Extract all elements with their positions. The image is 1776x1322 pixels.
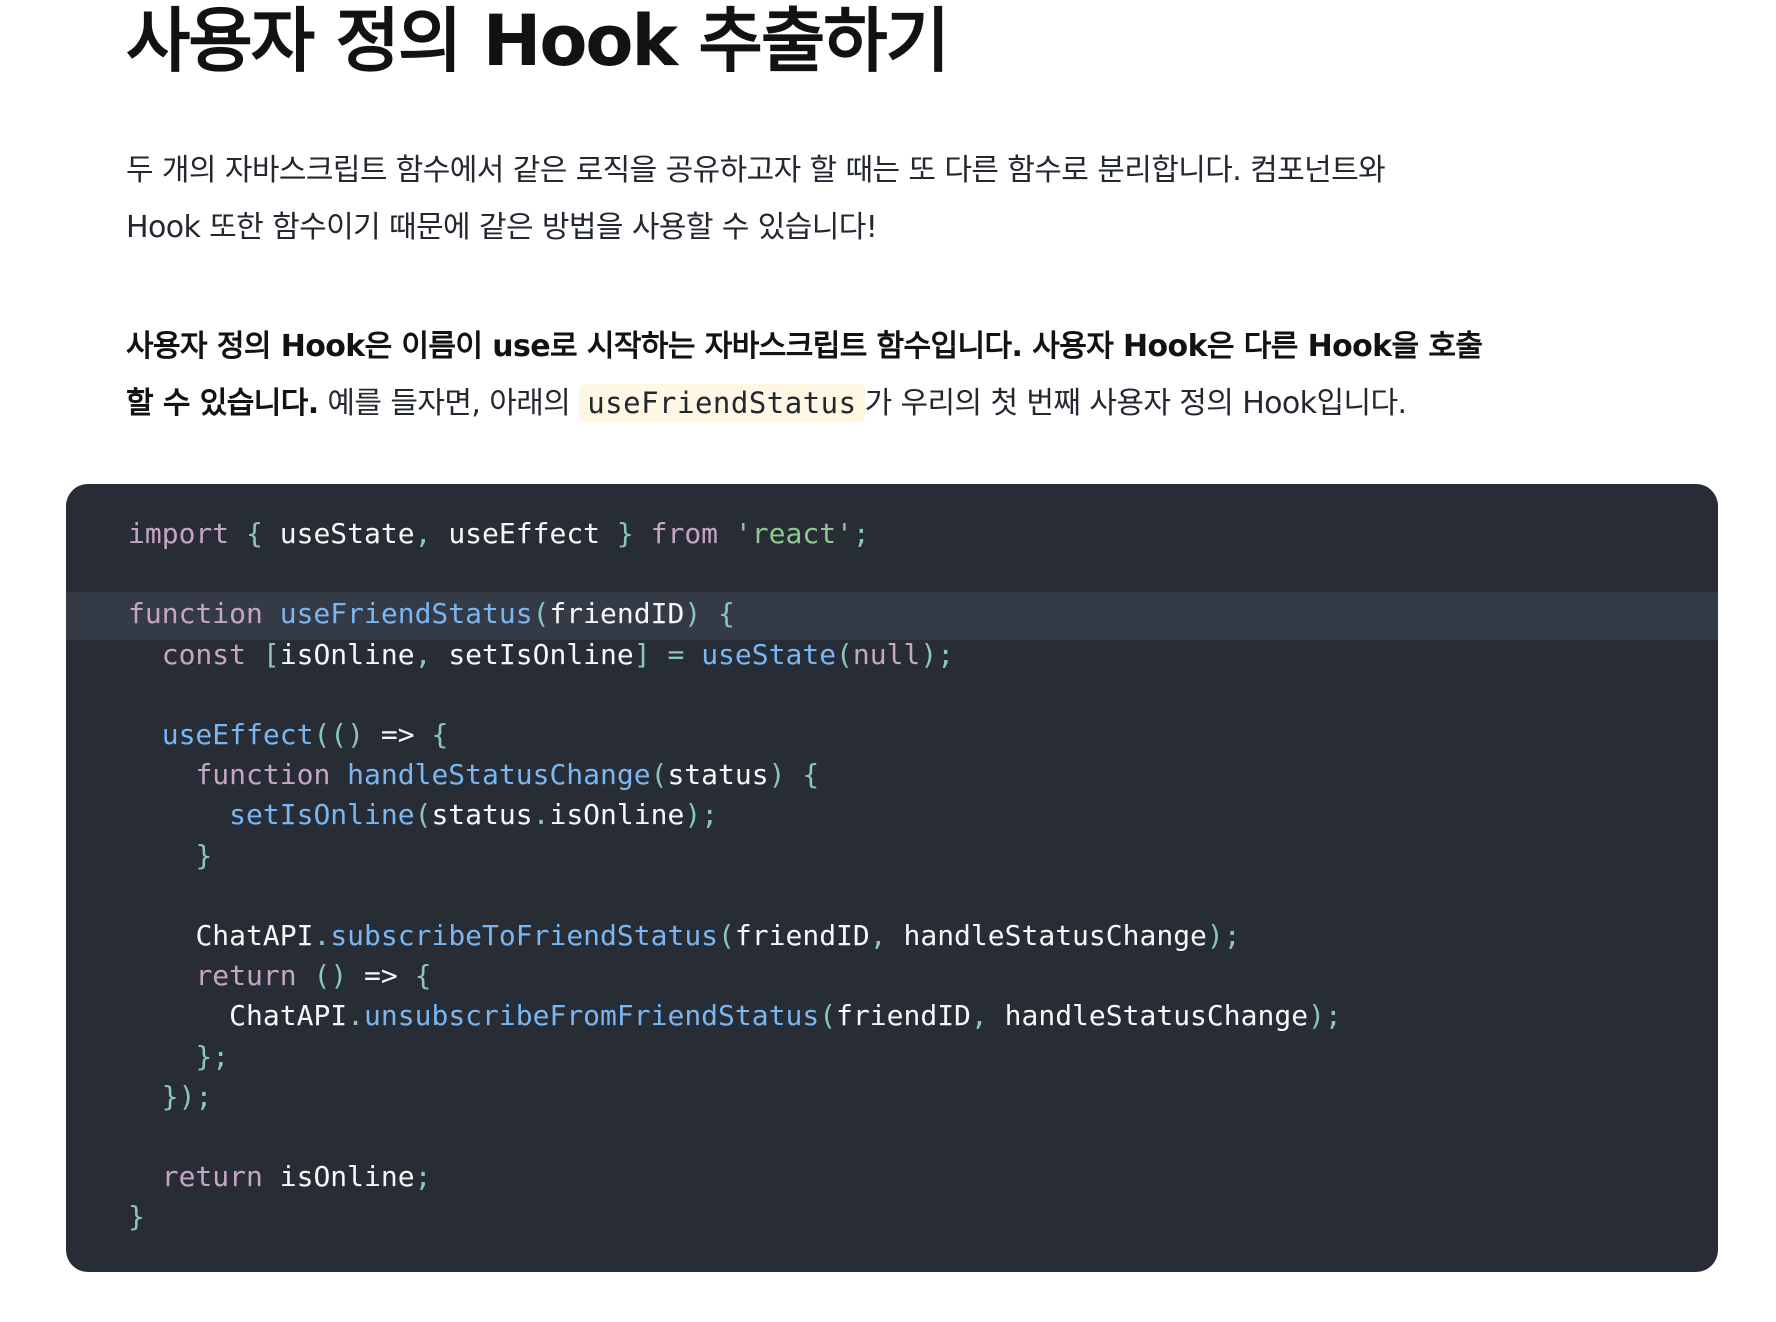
- code-line: ChatAPI.subscribeToFriendStatus(friendID…: [195, 919, 1241, 953]
- code-line: import { useState, useEffect } from 'rea…: [128, 517, 870, 550]
- code-line: ​: [128, 554, 1342, 594]
- inline-code-usefriendstatus: useFriendStatus: [579, 384, 865, 422]
- definition-bold-line-2: 할 수 있습니다.: [126, 386, 319, 421]
- code-line: });: [161, 1079, 213, 1113]
- document-page: 사용자 정의 Hook 추출하기 두 개의 자바스크립트 함수에서 같은 로직을…: [0, 0, 1776, 1322]
- code-line: ChatAPI.unsubscribeFromFriendStatus(frie…: [229, 999, 1342, 1033]
- intro-paragraph-line-1: 두 개의 자바스크립트 함수에서 같은 로직을 공유하고자 할 때는 또 다른 …: [126, 153, 1386, 188]
- definition-text-after-code: 가 우리의 첫 번째 사용자 정의 Hook입니다.: [864, 386, 1407, 421]
- code-line: setIsOnline(status.isOnline);: [229, 798, 719, 832]
- page-title: 사용자 정의 Hook 추출하기: [126, 0, 950, 82]
- code-content: import { useState, useEffect } from 'rea…: [128, 514, 1342, 1238]
- code-line: ​: [128, 876, 1342, 916]
- code-line: function handleStatusChange(status) {: [195, 758, 820, 792]
- code-line: return () => {: [195, 959, 432, 993]
- intro-paragraph-line-2: Hook 또한 함수이기 때문에 같은 방법을 사용할 수 있습니다!: [126, 210, 878, 245]
- code-line: useEffect(() => {: [161, 718, 449, 752]
- definition-paragraph: 사용자 정의 Hook은 이름이 use로 시작하는 자바스크립트 함수입니다.…: [126, 318, 1586, 432]
- definition-bold-line-1: 사용자 정의 Hook은 이름이 use로 시작하는 자바스크립트 함수입니다.…: [126, 329, 1483, 364]
- code-line: }: [195, 838, 213, 872]
- definition-text-before-code: 예를 들자면, 아래의: [318, 386, 580, 421]
- code-line: ​: [128, 675, 1342, 715]
- code-line: function useFriendStatus(friendID) {: [128, 597, 735, 631]
- code-block: import { useState, useEffect } from 'rea…: [66, 484, 1718, 1272]
- code-line: const [isOnline, setIsOnline] = useState…: [161, 637, 955, 671]
- code-line: }: [128, 1200, 145, 1234]
- code-line: ​: [128, 1117, 1342, 1157]
- code-line: return isOnline;: [161, 1160, 432, 1194]
- code-line: };: [195, 1039, 230, 1073]
- intro-paragraph: 두 개의 자바스크립트 함수에서 같은 로직을 공유하고자 할 때는 또 다른 …: [126, 142, 1586, 256]
